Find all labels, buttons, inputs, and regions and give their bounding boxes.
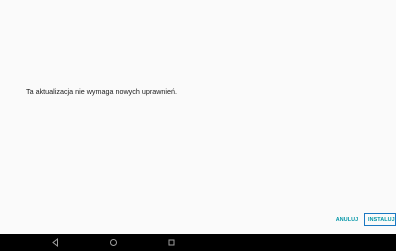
back-icon[interactable] — [50, 237, 61, 248]
cancel-button[interactable]: ANULUJ — [333, 213, 361, 226]
install-button[interactable]: INSTALUJ — [364, 213, 396, 226]
recents-icon[interactable] — [166, 237, 177, 248]
permissions-message: Ta aktualizacja nie wymaga nowych uprawn… — [26, 87, 178, 96]
install-update-screen: Ta aktualizacja nie wymaga nowych uprawn… — [0, 0, 396, 251]
navigation-bar — [0, 234, 396, 251]
content-area: Ta aktualizacja nie wymaga nowych uprawn… — [0, 0, 396, 234]
home-icon[interactable] — [108, 237, 119, 248]
action-buttons: ANULUJ INSTALUJ — [333, 213, 396, 226]
